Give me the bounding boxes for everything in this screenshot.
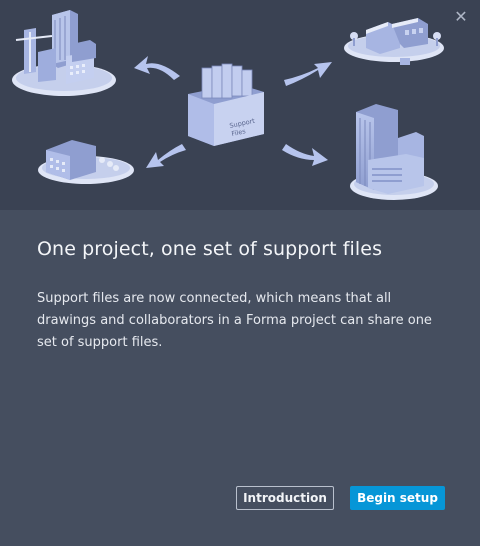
begin-setup-button[interactable]: Begin setup <box>350 486 445 510</box>
dialog-description: Support files are now connected, which m… <box>37 291 432 350</box>
hero-illustration: Support Files <box>0 0 480 210</box>
introduction-button[interactable]: Introduction <box>236 486 334 510</box>
arrow-to-top-left <box>134 56 180 80</box>
connected-buildings-illustration: Support Files <box>12 10 444 200</box>
arrow-to-top-right <box>284 62 332 86</box>
arrow-to-bottom-left <box>146 144 186 168</box>
building-bottom-left <box>38 140 134 184</box>
arrow-to-bottom-right <box>282 144 328 166</box>
towers-bottom-right <box>350 104 438 200</box>
close-icon[interactable]: ✕ <box>452 8 470 26</box>
support-files-box: Support Files <box>188 63 264 146</box>
city-block-top-left <box>12 10 116 96</box>
dialog-title: One project, one set of support files <box>37 238 383 260</box>
houses-top-right <box>344 18 444 65</box>
support-files-dialog: Support Files ✕ One project, one set of … <box>0 0 480 546</box>
